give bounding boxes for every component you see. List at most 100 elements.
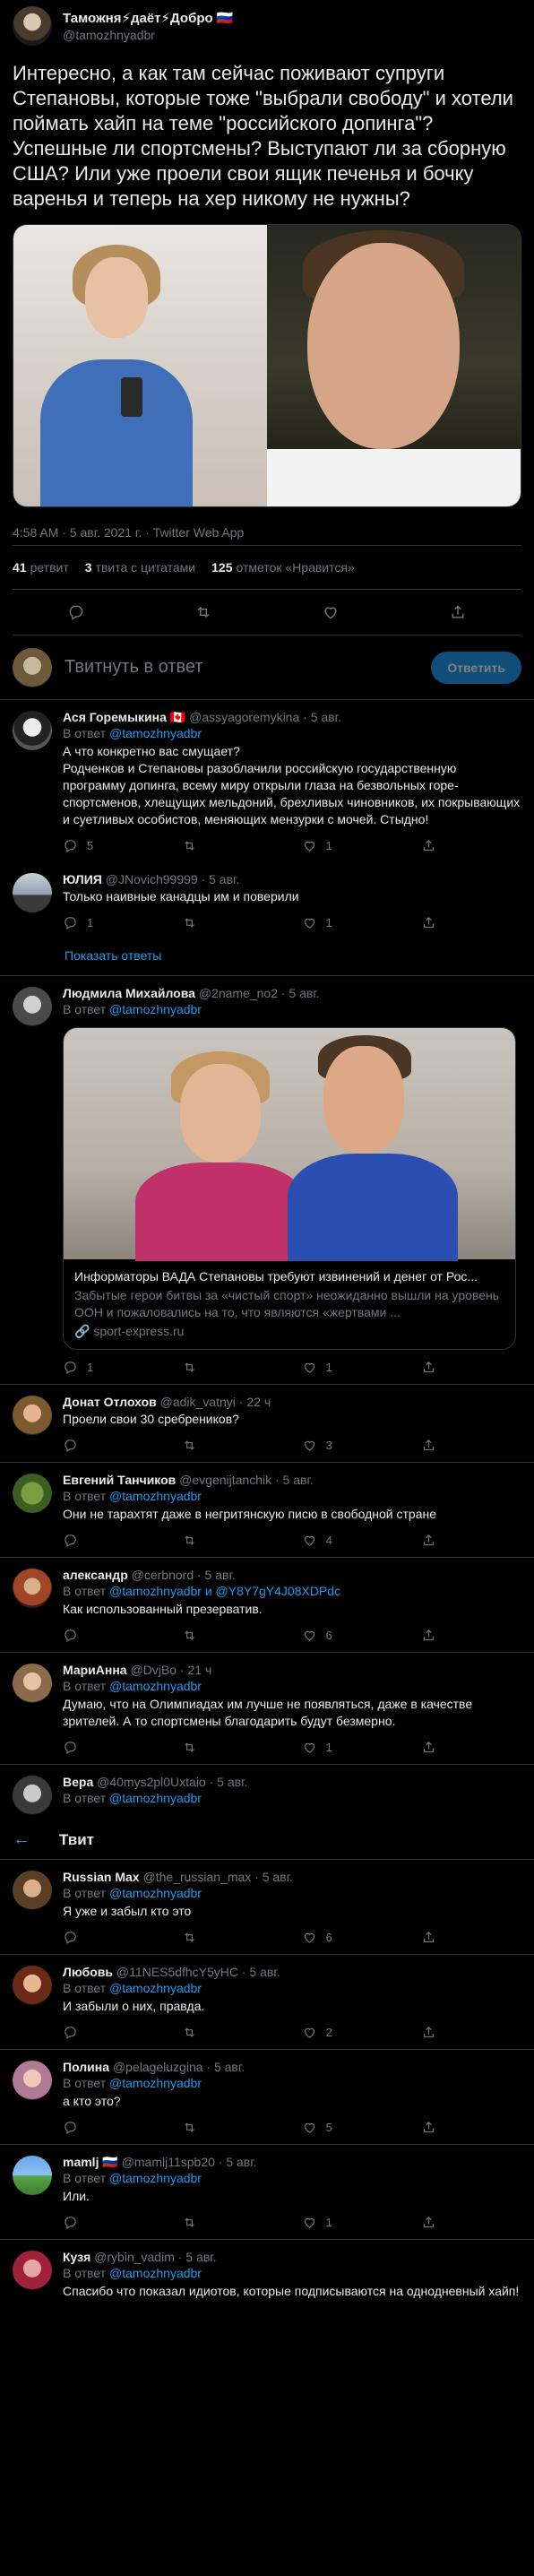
reply-tweet[interactable]: Russian Max @the_russian_max · 5 авг. В … <box>0 1860 534 1955</box>
reply-author-name[interactable]: Донат Отлохов <box>63 1395 157 1409</box>
retweet-count[interactable] <box>182 2025 218 2040</box>
avatar[interactable] <box>13 987 52 1026</box>
reply-author-handle[interactable]: @rybin_vadim · 5 авг. <box>94 2250 216 2264</box>
reply-author-name[interactable]: александр <box>63 1568 128 1582</box>
reply-author-handle[interactable]: @pelageluzgina · 5 авг. <box>113 2060 245 2074</box>
mention-link[interactable]: @tamozhnyadbr <box>109 2266 202 2280</box>
reply-author-name[interactable]: МариАнна <box>63 1663 127 1677</box>
like-count[interactable]: 4 <box>302 1533 338 1548</box>
share-icon[interactable] <box>421 1628 457 1643</box>
reply-tweet[interactable]: ЮЛИЯ @JNovich99999 · 5 авг. Только наивн… <box>0 862 534 939</box>
retweet-count[interactable] <box>182 915 218 930</box>
like-count[interactable]: 1 <box>302 915 338 930</box>
mention-link[interactable]: @tamozhnyadbr <box>109 1886 202 1900</box>
link-title[interactable]: Информаторы ВАДА Степановы требуют извин… <box>74 1268 504 1285</box>
mention-link[interactable]: @tamozhnyadbr <box>109 726 202 740</box>
reply-author-handle[interactable]: @cerbnord · 5 авг. <box>132 1568 236 1582</box>
reply-count[interactable] <box>63 2215 99 2230</box>
share-icon[interactable] <box>421 1360 457 1375</box>
retweet-count[interactable] <box>182 1438 218 1453</box>
avatar[interactable] <box>13 1664 52 1703</box>
retweet-count[interactable] <box>182 1533 218 1548</box>
reply-tweet[interactable]: Кузя @rybin_vadim · 5 авг. В ответ @tamo… <box>0 2240 534 2300</box>
reply-count[interactable] <box>63 1438 99 1453</box>
like-count[interactable]: 1 <box>302 2215 338 2230</box>
mention-link[interactable]: @tamozhnyadbr <box>109 1679 202 1693</box>
reply-author-handle[interactable]: @40mys2pl0Uxtaio · 5 авг. <box>97 1775 247 1789</box>
reply-author-handle[interactable]: @the_russian_max · 5 авг. <box>142 1870 292 1884</box>
reply-icon[interactable] <box>67 603 85 621</box>
reply-author-handle[interactable]: @adik_vatnyi · 22 ч <box>160 1395 271 1409</box>
reply-tweet[interactable]: Полина @pelageluzgina · 5 авг. В ответ @… <box>0 2050 534 2145</box>
reply-count[interactable] <box>63 2120 99 2135</box>
tweet-media[interactable] <box>13 224 521 507</box>
reply-tweet[interactable]: МариАнна @DvjBo · 21 ч В ответ @tamozhny… <box>0 1653 534 1765</box>
mention-link[interactable]: @tamozhnyadbr <box>109 1002 202 1016</box>
like-count[interactable]: 2 <box>302 2025 338 2040</box>
reply-count[interactable]: 5 <box>63 838 99 853</box>
avatar[interactable] <box>13 711 52 750</box>
reply-input[interactable]: Твитнуть в ответ <box>65 657 431 678</box>
reply-author-handle[interactable]: @JNovich99999 · 5 авг. <box>106 872 240 886</box>
reply-button[interactable]: Ответить <box>431 651 521 684</box>
reply-count[interactable] <box>63 1740 99 1755</box>
share-icon[interactable] <box>421 1740 457 1755</box>
reply-author-name[interactable]: Любовь <box>63 1965 113 1979</box>
reply-author-name[interactable]: Кузя <box>63 2250 90 2264</box>
reply-author-name[interactable]: Полина <box>63 2060 109 2074</box>
reply-tweet[interactable]: Ася Горемыкина 🇨🇦 @assyagoremykina · 5 а… <box>0 700 534 862</box>
mention-link[interactable]: @tamozhnyadbr <box>109 1791 202 1805</box>
reply-tweet[interactable]: mamlj 🇷🇺 @mamlj11spb20 · 5 авг. В ответ … <box>0 2145 534 2240</box>
share-icon[interactable] <box>421 1930 457 1945</box>
back-arrow-icon[interactable]: ← <box>13 1829 48 1850</box>
reply-tweet[interactable]: Любовь @11NES5dfhcY5yHC · 5 авг. В ответ… <box>0 1955 534 2050</box>
retweet-count[interactable] <box>182 838 218 853</box>
share-icon[interactable] <box>421 1438 457 1453</box>
avatar[interactable] <box>13 2061 52 2100</box>
reply-author-name[interactable]: ЮЛИЯ <box>63 872 102 886</box>
like-count[interactable]: 3 <box>302 1438 338 1453</box>
reply-tweet[interactable]: Людмила Михайлова @2name_no2 · 5 авг. В … <box>0 976 534 1385</box>
reply-author-handle[interactable]: @assyagoremykina · 5 авг. <box>189 710 341 724</box>
reply-tweet[interactable]: Евгений Танчиков @evgenijtanchik · 5 авг… <box>0 1463 534 1558</box>
avatar[interactable] <box>13 2251 52 2290</box>
reply-author-handle[interactable]: @11NES5dfhcY5yHC · 5 авг. <box>116 1965 280 1979</box>
like-count[interactable]: 1 <box>302 838 338 853</box>
like-count[interactable]: 6 <box>302 1628 338 1643</box>
retweets-stat[interactable]: 41 ретвит <box>13 560 69 575</box>
reply-author-handle[interactable]: @evgenijtanchik · 5 авг. <box>179 1473 314 1487</box>
like-count[interactable]: 1 <box>302 1360 338 1375</box>
share-icon[interactable] <box>421 1533 457 1548</box>
media-photo-left[interactable] <box>13 225 267 506</box>
avatar[interactable] <box>13 1776 52 1815</box>
retweet-count[interactable] <box>182 1360 218 1375</box>
avatar[interactable] <box>13 1396 52 1435</box>
retweet-count[interactable] <box>182 1628 218 1643</box>
retweet-count[interactable] <box>182 1740 218 1755</box>
reply-tweet[interactable]: Вера @40mys2pl0Uxtaio · 5 авг. В ответ @… <box>0 1765 534 1820</box>
link-preview-image[interactable] <box>64 1028 515 1261</box>
avatar[interactable] <box>13 647 52 687</box>
like-icon[interactable] <box>322 603 340 621</box>
reply-count[interactable] <box>63 2025 99 2040</box>
reply-author-name[interactable]: mamlj 🇷🇺 <box>63 2155 118 2169</box>
avatar[interactable] <box>13 1966 52 2005</box>
avatar[interactable] <box>13 1474 52 1513</box>
avatar[interactable] <box>13 1871 52 1910</box>
reply-author-handle[interactable]: @DvjBo · 21 ч <box>130 1663 211 1677</box>
mention-link[interactable]: @tamozhnyadbr и @Y8Y7gY4J08XDPdc <box>109 1584 340 1598</box>
author-display-name[interactable]: Таможня⚡даёт⚡Добро 🇷🇺 <box>63 10 234 27</box>
reply-count[interactable] <box>63 1628 99 1643</box>
retweet-count[interactable] <box>182 2120 218 2135</box>
mention-link[interactable]: @tamozhnyadbr <box>109 2076 202 2090</box>
share-icon[interactable] <box>449 603 467 621</box>
like-count[interactable]: 5 <box>302 2120 338 2135</box>
retweet-count[interactable] <box>182 2215 218 2230</box>
avatar[interactable] <box>13 873 52 912</box>
reply-count[interactable] <box>63 1930 99 1945</box>
mention-link[interactable]: @tamozhnyadbr <box>109 1981 202 1995</box>
mention-link[interactable]: @tamozhnyadbr <box>109 1489 202 1503</box>
reply-author-name[interactable]: Людмила Михайлова <box>63 986 195 1000</box>
quotes-stat[interactable]: 3 твита с цитатами <box>85 560 195 575</box>
like-count[interactable]: 6 <box>302 1930 338 1945</box>
